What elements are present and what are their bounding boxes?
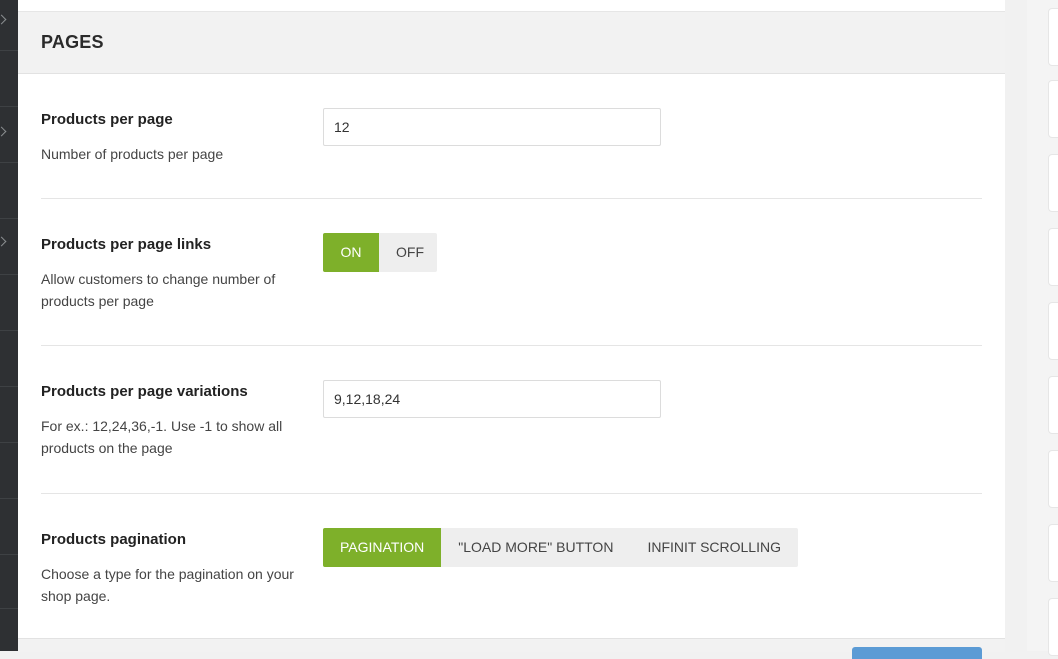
setting-description: Choose a type for the pagination on your… (41, 566, 294, 604)
setting-label: Products per page (41, 111, 173, 128)
menu-separator (0, 106, 18, 107)
products-per-page-variations-input[interactable] (323, 380, 661, 418)
menu-separator (0, 50, 18, 51)
menu-separator (0, 162, 18, 163)
menu-separator (0, 442, 18, 443)
chevron-icon[interactable] (0, 14, 7, 25)
load-more-option[interactable]: "LOAD MORE" BUTTON (441, 528, 630, 567)
pagination-type-selector: PAGINATION "LOAD MORE" BUTTON INFINIT SC… (323, 528, 798, 567)
row-divider (41, 345, 982, 346)
sidebar-card[interactable] (1048, 376, 1058, 434)
settings-panel: PAGES Products per page Number of produc… (18, 0, 1005, 652)
row-divider (41, 493, 982, 494)
sidebar-card[interactable] (1048, 302, 1058, 360)
admin-menu-strip (0, 0, 18, 651)
setting-description: For ex.: 12,24,36,-1. Use -1 to show all… (41, 418, 283, 456)
menu-separator (0, 498, 18, 499)
infinite-scrolling-option[interactable]: INFINIT SCROLLING (630, 528, 798, 567)
setting-label: Products pagination (41, 531, 187, 548)
pagination-option[interactable]: PAGINATION (323, 528, 442, 567)
menu-separator (0, 274, 18, 275)
on-off-toggle: ON OFF (323, 233, 437, 272)
sidebar-card[interactable] (1048, 450, 1058, 508)
toggle-off-button[interactable]: OFF (379, 233, 437, 272)
sidebar-card[interactable] (1048, 80, 1058, 138)
save-button[interactable] (852, 647, 982, 659)
menu-separator (0, 330, 18, 331)
menu-separator (0, 554, 18, 555)
menu-separator (0, 218, 18, 219)
chevron-icon[interactable] (0, 236, 7, 247)
setting-description: Allow customers to change number of prod… (41, 271, 276, 309)
setting-label: Products per page variations (41, 383, 248, 400)
menu-separator (0, 608, 18, 609)
toggle-on-button[interactable]: ON (323, 233, 379, 272)
setting-label: Products per page links (41, 236, 212, 253)
products-per-page-input[interactable] (323, 108, 661, 146)
chevron-icon[interactable] (0, 126, 7, 137)
sidebar-card[interactable] (1048, 228, 1058, 286)
sidebar-card[interactable] (1048, 154, 1058, 212)
section-title: PAGES (41, 32, 104, 52)
sidebar-card[interactable] (1048, 598, 1058, 656)
menu-separator (0, 386, 18, 387)
setting-description: Number of products per page (41, 146, 224, 162)
sidebar-card[interactable] (1048, 8, 1058, 66)
section-header: PAGES (18, 12, 1005, 74)
sidebar-card[interactable] (1048, 524, 1058, 582)
right-sidebar (1027, 0, 1058, 656)
row-divider (41, 198, 982, 199)
